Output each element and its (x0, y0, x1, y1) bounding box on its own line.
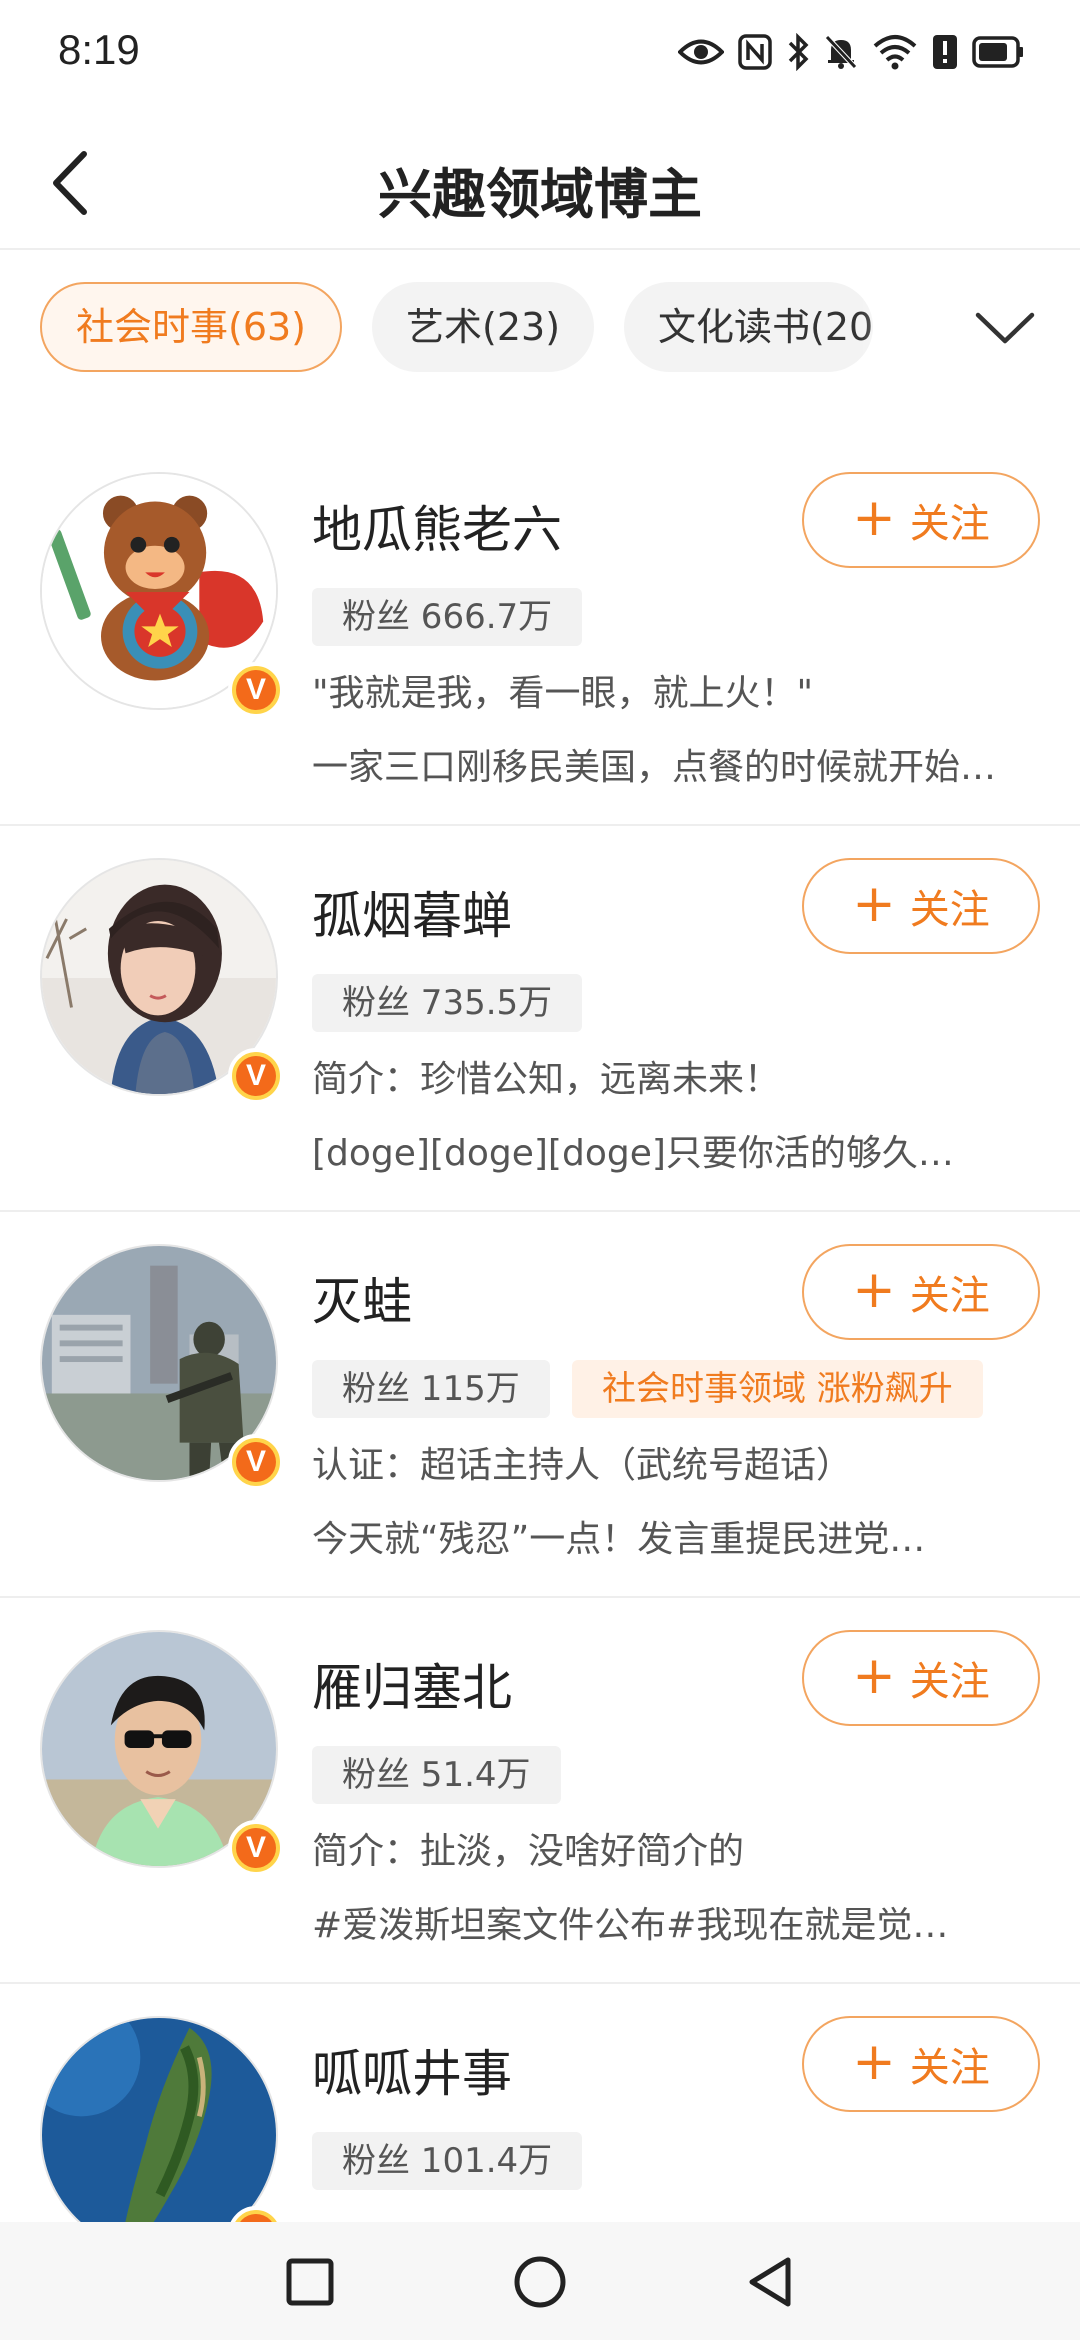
blogger-description: 简介：珍惜公知，远离未来！ (312, 1059, 781, 1100)
list-item[interactable]: V 雁归塞北 粉丝 51.4万 简介：扯淡，没啥好简介的 #爱泼斯坦案文件公布#… (0, 1598, 1080, 1984)
blogger-description: 简介：扯淡，没啥好简介的 (312, 1831, 745, 1872)
plus-icon: + (852, 488, 896, 548)
chevron-down-icon (974, 311, 1036, 349)
trending-tag: 社会时事领域 涨粉飙升 (572, 1360, 983, 1418)
follow-label: 关注 (909, 887, 990, 933)
follow-button[interactable]: + 关注 (802, 2016, 1040, 2112)
avatar-container[interactable]: V (40, 858, 284, 1104)
list-item[interactable]: V 孤烟暮蝉 粉丝 735.5万 简介：珍惜公知，远离未来！ [doge][do… (0, 826, 1080, 1212)
latest-post: [doge][doge][doge]只要你活的够久… (312, 1133, 954, 1174)
plus-icon: + (852, 2032, 896, 2092)
plus-icon: + (852, 1646, 896, 1706)
avatar-container[interactable]: V (40, 1630, 284, 1876)
latest-post: 今天就“残忍”一点！发言重提民进党… (312, 1519, 926, 1560)
system-nav-bar (0, 2222, 1080, 2340)
blogger-description: "我就是我，看一眼，就上火！" (312, 673, 814, 714)
header: 兴趣领域博主 (0, 120, 1080, 250)
fans-count: 粉丝 115万 (312, 1360, 550, 1418)
follow-button[interactable]: + 关注 (802, 858, 1040, 954)
follow-button[interactable]: + 关注 (802, 1244, 1040, 1340)
triangle-back-icon (744, 2254, 796, 2314)
home-button[interactable] (500, 2244, 580, 2324)
nfc-icon (738, 34, 772, 70)
battery-icon (972, 36, 1024, 68)
verified-badge: V (228, 1434, 284, 1490)
blogger-list: V 地瓜熊老六 粉丝 666.7万 "我就是我，看一眼，就上火！" 一家三口刚移… (0, 440, 1080, 2340)
follow-label: 关注 (909, 1273, 990, 1319)
back-nav-button[interactable] (730, 2244, 810, 2324)
wifi-icon (872, 34, 918, 70)
blogger-description: 认证：超话主持人（武统号超话） (312, 1445, 853, 1486)
blogger-name[interactable]: 呱呱井事 (312, 2034, 512, 2106)
mute-icon (824, 34, 858, 70)
recent-apps-button[interactable] (270, 2244, 350, 2324)
latest-post: 一家三口刚移民美国，点餐的时候就开始… (312, 747, 997, 788)
tab-art[interactable]: 艺术(23) (372, 282, 595, 372)
follow-label: 关注 (909, 2045, 990, 2091)
verified-badge: V (228, 1820, 284, 1876)
avatar-container[interactable]: V (40, 472, 284, 718)
blogger-name[interactable]: 孤烟暮蝉 (312, 876, 512, 948)
list-item[interactable]: V 灭蛙 粉丝 115万 社会时事领域 涨粉飙升 认证：超话主持人（武统号超话）… (0, 1212, 1080, 1598)
blogger-name[interactable]: 灭蛙 (312, 1262, 412, 1334)
eye-icon (678, 37, 724, 67)
avatar-container[interactable]: V (40, 2016, 284, 2262)
status-time: 8:19 (58, 26, 140, 73)
status-icons (678, 28, 1024, 76)
expand-tabs-button[interactable] (960, 290, 1050, 370)
alert-icon (932, 34, 958, 70)
fans-count: 粉丝 666.7万 (312, 588, 583, 646)
blogger-name[interactable]: 雁归塞北 (312, 1648, 512, 1720)
follow-button[interactable]: + 关注 (802, 472, 1040, 568)
verified-badge: V (228, 662, 284, 718)
follow-label: 关注 (909, 501, 990, 547)
verified-badge: V (228, 1048, 284, 1104)
circle-icon (512, 2254, 568, 2314)
follow-button[interactable]: + 关注 (802, 1630, 1040, 1726)
fans-count: 粉丝 101.4万 (312, 2132, 583, 2190)
category-tabs: 社会时事(63) 艺术(23) 文化读书(20 (40, 282, 900, 374)
fans-count: 粉丝 735.5万 (312, 974, 583, 1032)
blogger-name[interactable]: 地瓜熊老六 (312, 490, 562, 562)
follow-label: 关注 (909, 1659, 990, 1705)
tab-culture-reading[interactable]: 文化读书(20 (624, 282, 874, 372)
status-bar: 8:19 (0, 0, 1080, 100)
tabs-fade (860, 270, 960, 385)
fans-count: 粉丝 51.4万 (312, 1746, 561, 1804)
plus-icon: + (852, 1260, 896, 1320)
plus-icon: + (852, 874, 896, 934)
square-icon (285, 2257, 335, 2311)
list-item[interactable]: V 地瓜熊老六 粉丝 666.7万 "我就是我，看一眼，就上火！" 一家三口刚移… (0, 440, 1080, 826)
avatar-container[interactable]: V (40, 1244, 284, 1490)
latest-post: #爱泼斯坦案文件公布#我现在就是觉… (312, 1905, 949, 1946)
bluetooth-icon (786, 33, 810, 71)
tab-social-affairs[interactable]: 社会时事(63) (40, 282, 343, 372)
page-title: 兴趣领域博主 (378, 163, 702, 226)
